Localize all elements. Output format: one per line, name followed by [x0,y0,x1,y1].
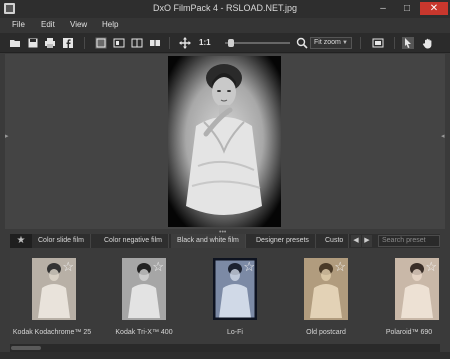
scrollbar-thumb[interactable] [11,346,41,350]
tabs-next-icon[interactable]: ▶ [362,235,372,247]
menu-edit[interactable]: Edit [41,20,55,29]
preset-tab-bar: ★ Color slide film Color negative film B… [10,234,440,248]
zoom-1-1-button[interactable]: 1:1 [199,38,211,47]
zoom-slider[interactable] [225,39,290,47]
tab-color-negative-film[interactable]: Color negative film [98,234,169,248]
close-button[interactable]: ✕ [420,2,448,15]
search-icon[interactable] [296,37,308,49]
pointer-icon[interactable] [402,37,414,49]
tab-designer-presets[interactable]: Designer presets [250,234,316,248]
grid-icon[interactable] [372,37,384,49]
status-strip [0,352,450,359]
right-panel-toggle-icon[interactable]: ◂ [441,132,445,144]
preset-thumbnail[interactable]: ☆ [304,258,348,320]
print-icon[interactable] [44,37,56,49]
favorite-star-icon[interactable]: ☆ [425,260,437,273]
search-preset-input[interactable]: Search preset [378,235,440,247]
filmstrip-scrollbar[interactable] [10,344,440,352]
preset-thumbnail[interactable]: ☆ [395,258,439,320]
maximize-button[interactable]: □ [396,2,418,15]
favorite-star-icon[interactable]: ☆ [62,260,74,273]
toolbar-separator [360,37,361,49]
title-bar: DxO FilmPack 4 - RSLOAD.NET.jpg – □ ✕ [0,0,450,18]
preview-photo [168,56,281,227]
preset-thumbnail[interactable]: ☆ [32,258,76,320]
menu-file[interactable]: File [12,20,25,29]
before-after-icon[interactable] [113,37,125,49]
chevron-down-icon: ▼ [342,40,348,46]
single-view-icon[interactable] [95,37,107,49]
favorite-star-icon[interactable]: ☆ [243,260,255,273]
zoom-select[interactable]: Fit zoom ▼ [310,37,352,49]
preset-label: Polaroid™ 690 [385,329,433,336]
menu-view[interactable]: View [70,20,87,29]
facebook-icon[interactable] [62,37,74,49]
left-panel-toggle-icon[interactable]: ▸ [5,132,9,144]
tabs-prev-icon[interactable]: ◀ [351,235,361,247]
favorite-star-icon[interactable]: ☆ [334,260,346,273]
preset-label: Kodak Tri-X™ 400 [115,329,173,336]
toolbar-separator [169,37,170,49]
tab-color-slide-film[interactable]: Color slide film [32,234,91,248]
toolbar-separator [394,37,395,49]
preset-thumbnail[interactable]: ☆ [122,258,166,320]
favorite-star-icon[interactable]: ☆ [152,260,164,273]
menu-bar: File Edit View Help [0,18,450,33]
menu-help[interactable]: Help [102,20,118,29]
tab-custom[interactable]: Custo [319,234,349,248]
star-icon: ★ [16,235,26,246]
compare-icon[interactable] [149,37,161,49]
folder-icon[interactable] [9,37,21,49]
preset-label: Kodak Kodachrome™ 25 [12,329,92,336]
favorites-tab[interactable]: ★ [10,234,32,248]
preset-label: Old postcard [306,329,346,336]
toolbar-separator [84,37,85,49]
move-icon[interactable] [179,37,191,49]
toolbar: 1:1 Fit zoom ▼ [0,33,450,53]
split-view-icon[interactable] [131,37,143,49]
save-icon[interactable] [27,37,39,49]
tab-black-and-white-film[interactable]: Black and white film [171,234,246,248]
zoom-slider-knob[interactable] [228,39,235,47]
hand-icon[interactable] [422,37,434,49]
preset-label: Lo-Fi [227,329,243,336]
preset-thumbnail[interactable]: ☆ [213,258,257,320]
minimize-button[interactable]: – [372,2,394,15]
zoom-select-value: Fit zoom [314,39,341,46]
